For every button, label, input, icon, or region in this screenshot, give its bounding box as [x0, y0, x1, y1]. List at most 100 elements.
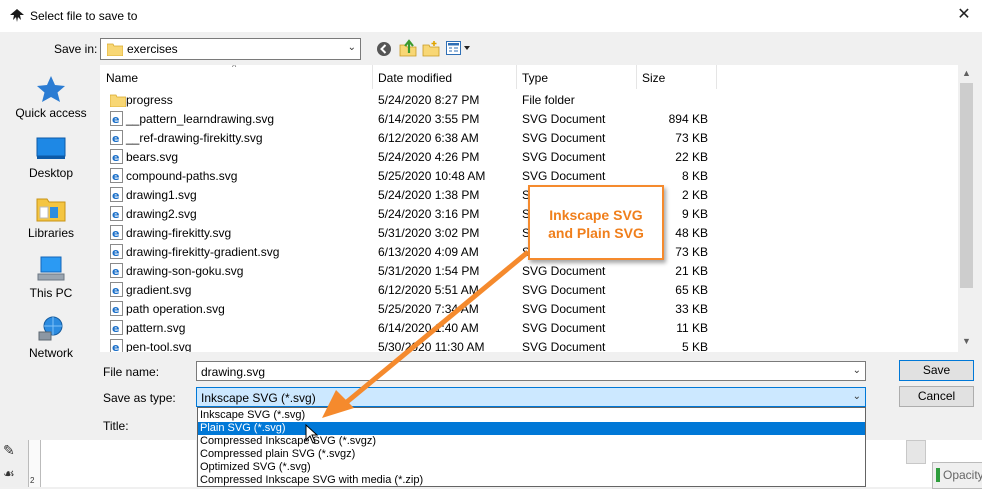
table-row[interactable]: e bears.svg 5/24/2020 4:26 PM SVG Document 2… — [100, 148, 958, 167]
svg-file-icon: e — [110, 149, 123, 164]
folder-icon — [107, 43, 123, 56]
type-option[interactable]: Compressed Inkscape SVG (*.svgz) — [198, 435, 865, 448]
type-option[interactable]: Compressed Inkscape SVG with media (*.zi… — [198, 474, 865, 486]
save-dialog: Select file to save to ✕ Save in: exerci… — [0, 0, 982, 489]
place-label: Libraries — [27, 226, 75, 240]
folder-icon — [110, 94, 126, 107]
table-row[interactable]: e compound-paths.svg 5/25/2020 10:48 AM SVG… — [100, 167, 958, 186]
column-header-type[interactable]: Type — [522, 71, 548, 85]
file-name: pattern.svg — [126, 321, 186, 335]
file-date: 6/14/2020 3:55 PM — [378, 112, 480, 126]
view-menu-icon[interactable] — [446, 41, 472, 56]
save-in-combobox[interactable]: exercises ⌄ — [100, 38, 361, 60]
annotation-arrow — [322, 250, 530, 418]
table-row[interactable]: e __pattern_learndrawing.svg 6/14/2020 3:5… — [100, 110, 958, 129]
computer-icon — [37, 256, 65, 281]
desktop-icon — [36, 137, 66, 159]
new-folder-icon[interactable] — [422, 40, 440, 57]
svg-text:e: e — [112, 246, 119, 259]
file-name: __ref-drawing-firekitty.svg — [126, 131, 263, 145]
file-size: 33 KB — [675, 302, 708, 316]
place-this-pc[interactable]: This PC — [6, 255, 96, 300]
save-as-type-label: Save as type: — [103, 391, 176, 405]
svg-file-icon: e — [110, 263, 123, 278]
chevron-down-icon[interactable]: ⌄ — [853, 365, 861, 376]
table-row[interactable]: progress 5/24/2020 8:27 PM File folder — [100, 91, 958, 110]
save-in-label: Save in: — [54, 42, 98, 56]
svg-file-icon: e — [110, 168, 123, 183]
column-divider[interactable] — [716, 65, 717, 89]
paint-bucket-tool-icon[interactable]: ☙ — [3, 466, 15, 482]
vertical-ruler: 2 — [28, 440, 40, 487]
file-date: 5/24/2020 4:26 PM — [378, 150, 480, 164]
scroll-up-icon[interactable]: ▲ — [962, 68, 971, 78]
table-row[interactable]: e __ref-drawing-firekitty.svg 6/12/2020 6:… — [100, 129, 958, 148]
place-quick-access[interactable]: Quick access — [6, 75, 96, 120]
column-header-size[interactable]: Size — [642, 71, 665, 85]
place-desktop[interactable]: Desktop — [6, 135, 96, 180]
opacity-label: Opacity — [943, 468, 982, 482]
column-divider[interactable] — [372, 65, 373, 89]
cancel-button[interactable]: Cancel — [899, 386, 974, 407]
scrollbar-thumb[interactable] — [960, 83, 973, 288]
file-name: __pattern_learndrawing.svg — [126, 112, 275, 126]
svg-file-icon: e — [110, 206, 123, 221]
chevron-down-icon[interactable]: ⌄ — [853, 391, 861, 402]
file-size: 11 KB — [676, 321, 708, 335]
svg-text:e: e — [112, 189, 119, 202]
place-libraries[interactable]: Libraries — [6, 195, 96, 240]
file-date: 5/24/2020 3:16 PM — [378, 207, 480, 221]
file-name: drawing-firekitty.svg — [126, 226, 232, 240]
scroll-down-icon[interactable]: ▼ — [962, 336, 971, 346]
svg-text:e: e — [112, 284, 119, 297]
callout-line-2: and Plain SVG — [548, 225, 644, 241]
svg-text:e: e — [112, 208, 119, 221]
callout-line-1: Inkscape SVG — [549, 207, 643, 223]
file-name: path operation.svg — [126, 302, 225, 316]
svg-text:e: e — [112, 113, 119, 126]
file-name-value: drawing.svg — [201, 365, 266, 379]
svg-text:e: e — [112, 303, 119, 316]
type-option[interactable]: Optimized SVG (*.svg) — [198, 461, 865, 474]
place-network[interactable]: Network — [6, 315, 96, 360]
file-name: compound-paths.svg — [126, 169, 238, 183]
opacity-indicator — [936, 468, 940, 482]
back-icon[interactable] — [376, 41, 392, 57]
save-in-value: exercises — [127, 42, 178, 56]
file-name: progress — [126, 93, 173, 107]
svg-file-icon: e — [110, 187, 123, 202]
file-size: 5 KB — [681, 340, 708, 352]
file-name: drawing1.svg — [126, 188, 197, 202]
place-label: Quick access — [15, 106, 87, 120]
file-name: bears.svg — [126, 150, 179, 164]
file-name: drawing-son-goku.svg — [126, 264, 244, 278]
network-icon — [38, 316, 63, 341]
column-header-date[interactable]: Date modified — [378, 71, 452, 85]
svg-text:e: e — [112, 341, 119, 352]
ruler-mark: 2 — [30, 476, 35, 485]
window-title: Select file to save to — [30, 9, 138, 23]
place-label: Desktop — [28, 166, 74, 180]
save-button[interactable]: Save — [899, 360, 974, 381]
svg-file-icon: e — [110, 130, 123, 145]
file-list-scrollbar[interactable]: ▲ ▼ — [958, 65, 975, 352]
file-type: SVG Document — [522, 169, 606, 183]
opacity-panel: Opacity — [932, 462, 982, 489]
type-option[interactable]: Compressed plain SVG (*.svgz) — [198, 448, 865, 461]
up-folder-icon[interactable] — [399, 39, 417, 57]
side-panel-scroll[interactable] — [906, 440, 926, 464]
column-divider[interactable] — [516, 65, 517, 89]
file-date: 5/24/2020 1:38 PM — [378, 188, 480, 202]
svg-text:e: e — [112, 265, 119, 278]
chevron-down-icon: ⌄ — [347, 42, 356, 53]
file-date: 6/12/2020 6:38 AM — [378, 131, 479, 145]
pencil-tool-icon[interactable]: ✎ — [3, 442, 15, 459]
file-name-label: File name: — [103, 365, 160, 379]
close-icon[interactable]: ✕ — [952, 4, 976, 26]
place-label: This PC — [29, 286, 73, 300]
column-divider[interactable] — [636, 65, 637, 89]
file-size: 894 KB — [668, 112, 708, 126]
column-header-name[interactable]: Name — [106, 71, 138, 85]
list-header: Name ^ Date modified Type Size — [100, 65, 958, 89]
svg-file-icon: e — [110, 225, 123, 240]
